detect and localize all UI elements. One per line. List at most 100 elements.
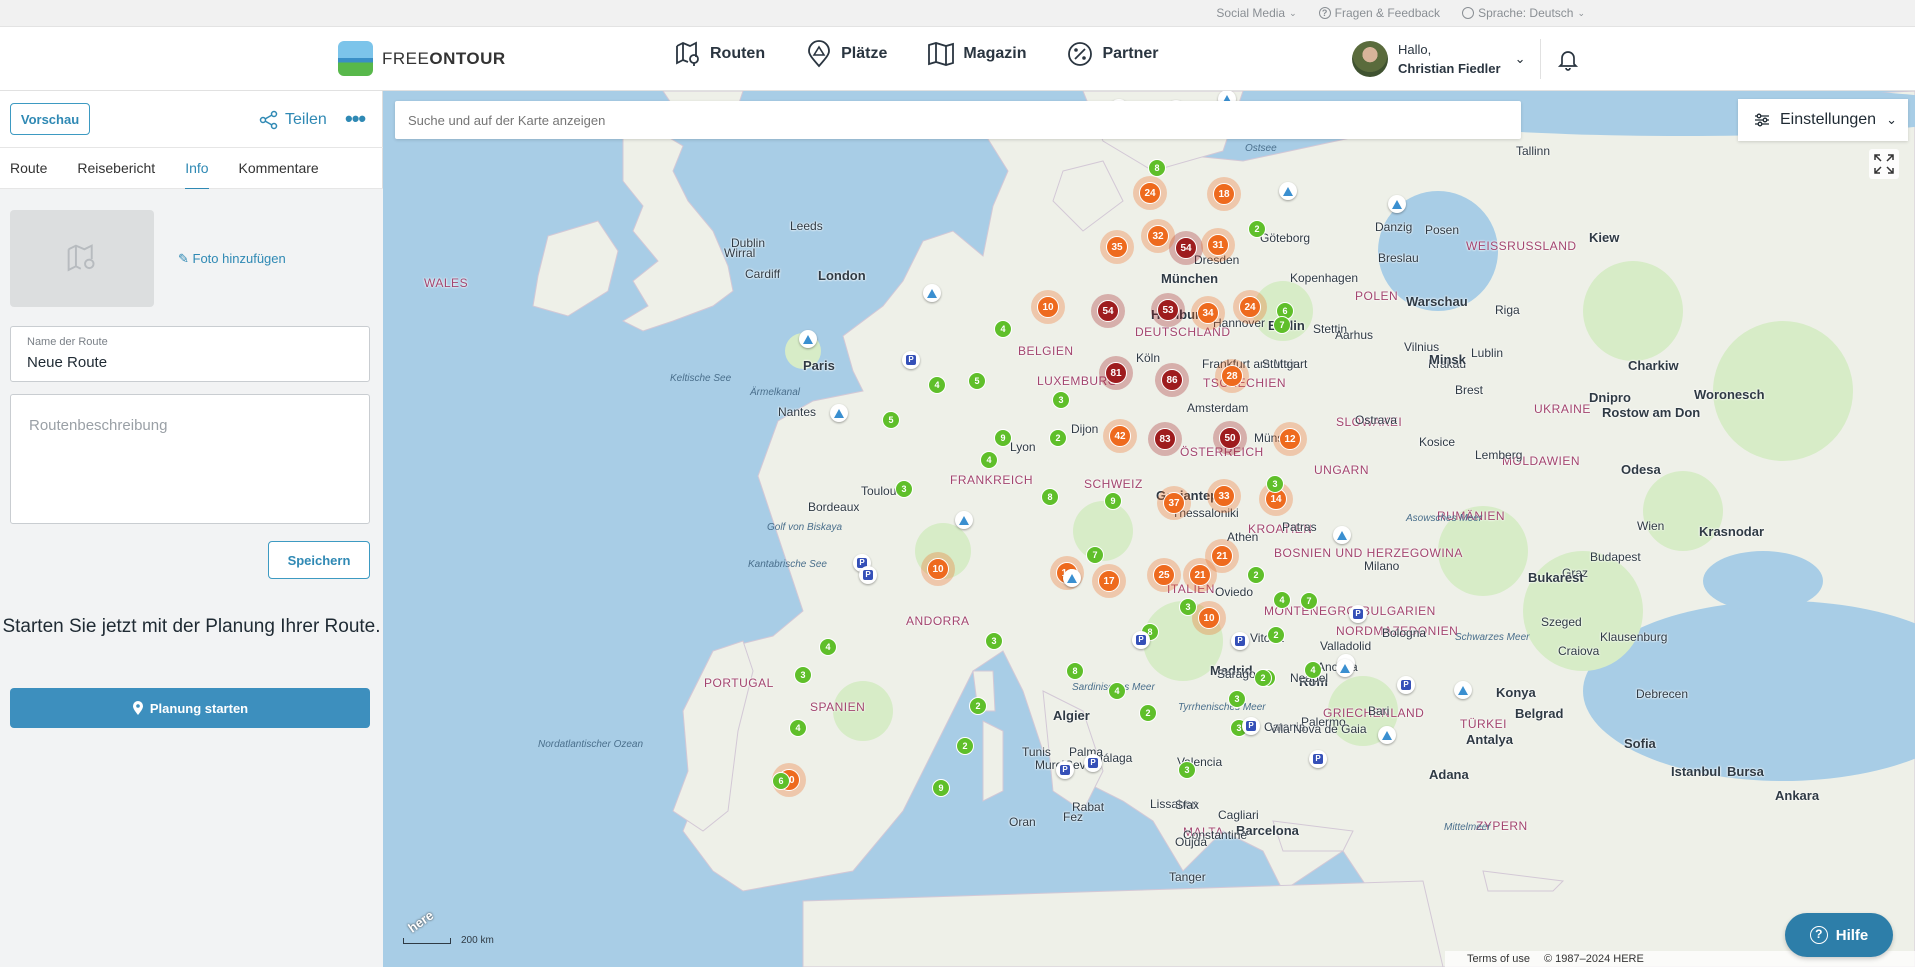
route-name-field[interactable]: Name der Route Neue Route	[10, 326, 370, 382]
map-cluster[interactable]: 2	[1267, 626, 1285, 644]
map-cluster[interactable]: 8	[1041, 488, 1059, 506]
map-cluster[interactable]: 6	[772, 772, 790, 790]
map-cluster[interactable]: 4	[928, 376, 946, 394]
tab-info[interactable]: Info	[185, 147, 209, 190]
map-cluster[interactable]: 37	[1163, 492, 1185, 514]
map-cluster[interactable]: 4	[980, 451, 998, 469]
map-cluster[interactable]: 86	[1161, 369, 1183, 391]
map-cluster[interactable]: 9	[994, 429, 1012, 447]
map-cluster[interactable]: 4	[1108, 682, 1126, 700]
map-cluster[interactable]: 25	[1153, 564, 1175, 586]
feedback-link[interactable]: ? Fragen & Feedback	[1318, 6, 1440, 20]
map-cluster[interactable]: 4	[819, 638, 837, 656]
bell-icon[interactable]	[1556, 47, 1580, 71]
campsite-pin-icon[interactable]	[923, 284, 941, 302]
parking-pin-icon[interactable]: P	[1309, 750, 1327, 768]
map-cluster[interactable]: 3	[985, 632, 1003, 650]
map-cluster[interactable]: 2	[1139, 704, 1157, 722]
campsite-pin-icon[interactable]	[1378, 726, 1396, 744]
map-cluster[interactable]: 21	[1211, 545, 1233, 567]
map-cluster[interactable]: 3	[1266, 475, 1284, 493]
map-cluster[interactable]: 5	[882, 411, 900, 429]
start-planning-button[interactable]: Planung starten	[10, 688, 370, 728]
share-button[interactable]: Teilen	[259, 110, 327, 130]
map-cluster[interactable]: 54	[1097, 300, 1119, 322]
campsite-pin-icon[interactable]	[799, 330, 817, 348]
campsite-pin-icon[interactable]	[1279, 182, 1297, 200]
map-cluster[interactable]: 28	[1221, 365, 1243, 387]
map-cluster[interactable]: 2	[1049, 429, 1067, 447]
map-cluster[interactable]: 17	[1098, 570, 1120, 592]
map-cluster[interactable]: 3	[1052, 391, 1070, 409]
map-cluster[interactable]: 2	[956, 737, 974, 755]
map-cluster[interactable]: 2	[1254, 669, 1272, 687]
parking-pin-icon[interactable]: P	[1397, 676, 1415, 694]
map-cluster[interactable]: 9	[1104, 492, 1122, 510]
map-cluster[interactable]: 2	[1248, 220, 1266, 238]
map-cluster[interactable]: 2	[969, 697, 987, 715]
terms-link[interactable]: Terms of use	[1467, 953, 1530, 965]
map-cluster[interactable]: 8	[1066, 662, 1084, 680]
map-cluster[interactable]: 12	[1279, 428, 1301, 450]
add-photo-link[interactable]: ✎ Foto hinzufügen	[178, 251, 286, 267]
map-cluster[interactable]: 2	[1247, 566, 1265, 584]
map-cluster[interactable]: 34	[1197, 302, 1219, 324]
logo[interactable]: FREEONTOUR	[338, 41, 506, 76]
map-cluster[interactable]: 4	[1304, 661, 1322, 679]
map-cluster[interactable]: 3	[1178, 761, 1196, 779]
map-search[interactable]	[395, 101, 1521, 139]
map-cluster[interactable]: 10	[927, 558, 949, 580]
map-search-input[interactable]	[395, 101, 1521, 139]
map-cluster[interactable]: 3	[794, 666, 812, 684]
more-options-icon[interactable]: •••	[345, 106, 366, 132]
map-cluster[interactable]: 8	[1148, 159, 1166, 177]
map-cluster[interactable]: 4	[994, 320, 1012, 338]
nav-partner[interactable]: Partner	[1066, 40, 1159, 68]
nav-routen[interactable]: Routen	[674, 40, 765, 68]
map-cluster[interactable]: 3	[1179, 598, 1197, 616]
map-cluster[interactable]: 18	[1213, 183, 1235, 205]
campsite-pin-icon[interactable]	[1063, 569, 1081, 587]
parking-pin-icon[interactable]: P	[859, 566, 877, 584]
nav-plaetze[interactable]: Plätze	[805, 40, 887, 68]
map-cluster[interactable]: 42	[1109, 425, 1131, 447]
map-cluster[interactable]: 3	[1228, 690, 1246, 708]
campsite-pin-icon[interactable]	[1388, 195, 1406, 213]
help-button[interactable]: ? Hilfe	[1785, 913, 1893, 957]
tab-route[interactable]: Route	[10, 147, 47, 189]
map-cluster[interactable]: 7	[1300, 592, 1318, 610]
fullscreen-button[interactable]	[1869, 149, 1899, 179]
map-cluster[interactable]: 33	[1213, 485, 1235, 507]
user-menu[interactable]: Hallo, Christian Fiedler ⌄	[1352, 40, 1525, 78]
map-cluster[interactable]: 10	[1037, 296, 1059, 318]
campsite-pin-icon[interactable]	[830, 404, 848, 422]
map-cluster[interactable]: 54	[1175, 237, 1197, 259]
language-menu[interactable]: Sprache: Deutsch ⌄	[1462, 6, 1585, 20]
save-button[interactable]: Speichern	[268, 541, 370, 579]
parking-pin-icon[interactable]: P	[902, 351, 920, 369]
parking-pin-icon[interactable]: P	[1231, 632, 1249, 650]
map-cluster[interactable]: 7	[1086, 546, 1104, 564]
tab-kommentare[interactable]: Kommentare	[239, 147, 319, 189]
parking-pin-icon[interactable]: P	[1349, 605, 1367, 623]
tab-reisebericht[interactable]: Reisebericht	[77, 147, 155, 189]
parking-pin-icon[interactable]: P	[1056, 761, 1074, 779]
map-cluster[interactable]: 9	[932, 779, 950, 797]
route-photo-placeholder[interactable]	[10, 210, 154, 307]
campsite-pin-icon[interactable]	[1333, 526, 1351, 544]
map-cluster[interactable]: 83	[1154, 428, 1176, 450]
parking-pin-icon[interactable]: P	[1084, 754, 1102, 772]
map-cluster[interactable]: 4	[789, 719, 807, 737]
map-cluster[interactable]: 53	[1157, 299, 1179, 321]
map-cluster[interactable]: 10	[1198, 607, 1220, 629]
parking-pin-icon[interactable]: P	[1242, 717, 1260, 735]
map-cluster[interactable]: 3	[895, 480, 913, 498]
map-cluster[interactable]: 24	[1139, 182, 1161, 204]
preview-button[interactable]: Vorschau	[10, 103, 90, 135]
map-cluster[interactable]: 31	[1207, 234, 1229, 256]
settings-button[interactable]: Einstellungen ⌄	[1738, 99, 1908, 141]
parking-pin-icon[interactable]: P	[1132, 631, 1150, 649]
campsite-pin-icon[interactable]	[955, 511, 973, 529]
map-cluster[interactable]: 35	[1106, 236, 1128, 258]
map-view[interactable]: WALES WEISSRUSSLAND POLEN DEUTSCHLAND BELGIE…	[383, 91, 1915, 967]
